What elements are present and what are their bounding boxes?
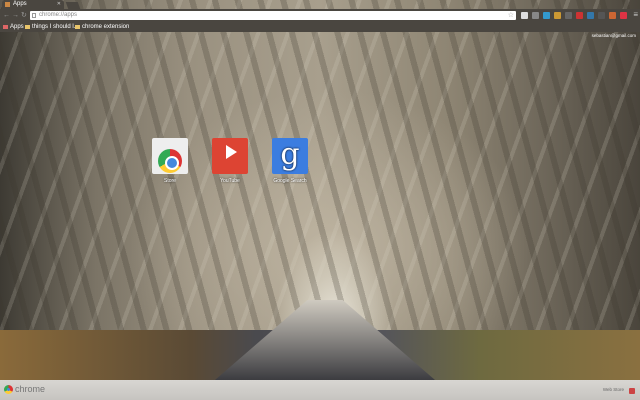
extension-icon[interactable]	[543, 12, 550, 19]
folder-icon	[75, 25, 80, 29]
url-text: chrome://apps	[39, 12, 78, 18]
new-tab-button[interactable]	[65, 2, 81, 9]
store-icon	[152, 138, 188, 174]
tab-title: Apps	[13, 1, 27, 7]
bookmark-label: Apps	[10, 24, 24, 30]
tab-strip: Apps ✕	[0, 0, 640, 9]
bookmark-label: chrome extension	[82, 24, 130, 30]
bookmarks-bar: Apps things I should l... chrome extensi…	[0, 22, 640, 32]
extension-icon[interactable]	[554, 12, 561, 19]
extension-icon[interactable]	[598, 12, 605, 19]
page-icon	[32, 13, 36, 18]
chrome-brand: chrome	[15, 384, 46, 394]
extension-icon[interactable]	[576, 12, 583, 19]
address-bar[interactable]: chrome://apps ☆	[30, 11, 516, 20]
forward-icon[interactable]: →	[12, 11, 19, 20]
app-store[interactable]: Store	[145, 138, 195, 184]
apps-favicon-icon	[5, 2, 10, 7]
bookmark-apps[interactable]: Apps	[3, 22, 24, 32]
extension-icon[interactable]	[609, 12, 616, 19]
extension-icon[interactable]	[532, 12, 539, 19]
google-search-icon: g	[272, 138, 308, 174]
extension-icon[interactable]	[565, 12, 572, 19]
google-g-glyph: g	[280, 137, 300, 172]
youtube-icon	[212, 138, 248, 174]
bookmark-folder-chrome-extension[interactable]: chrome extension	[75, 22, 129, 32]
extension-icon[interactable]	[587, 12, 594, 19]
footer-bar: chrome Web Store	[0, 380, 640, 400]
app-label: Store	[164, 178, 176, 184]
toolbar: ← → ↻ chrome://apps ☆ ≡	[0, 9, 640, 22]
bookmark-star-icon[interactable]: ☆	[508, 11, 514, 20]
close-tab-icon[interactable]: ✕	[57, 0, 61, 9]
extension-icon[interactable]	[521, 12, 528, 19]
reload-icon[interactable]: ↻	[21, 11, 27, 20]
app-google-search[interactable]: g Google Search	[265, 138, 315, 184]
bookmark-folder-things[interactable]: things I should l...	[25, 22, 79, 32]
app-label: YouTube	[220, 178, 240, 184]
folder-icon	[25, 25, 30, 29]
chrome-logo-icon	[4, 385, 13, 394]
web-store-icon[interactable]	[629, 388, 635, 394]
back-icon[interactable]: ←	[3, 11, 10, 20]
bookmark-label: things I should l...	[32, 24, 79, 30]
menu-icon[interactable]: ≡	[633, 10, 638, 19]
apps-icon	[3, 25, 8, 29]
web-store-link[interactable]: Web Store	[603, 387, 624, 392]
extension-icon[interactable]	[620, 12, 627, 19]
tab-apps[interactable]: Apps ✕	[2, 0, 64, 9]
app-label: Google Search	[273, 178, 307, 184]
app-youtube[interactable]: YouTube	[205, 138, 255, 184]
user-email[interactable]: sebastian@gmail.com	[592, 33, 636, 38]
